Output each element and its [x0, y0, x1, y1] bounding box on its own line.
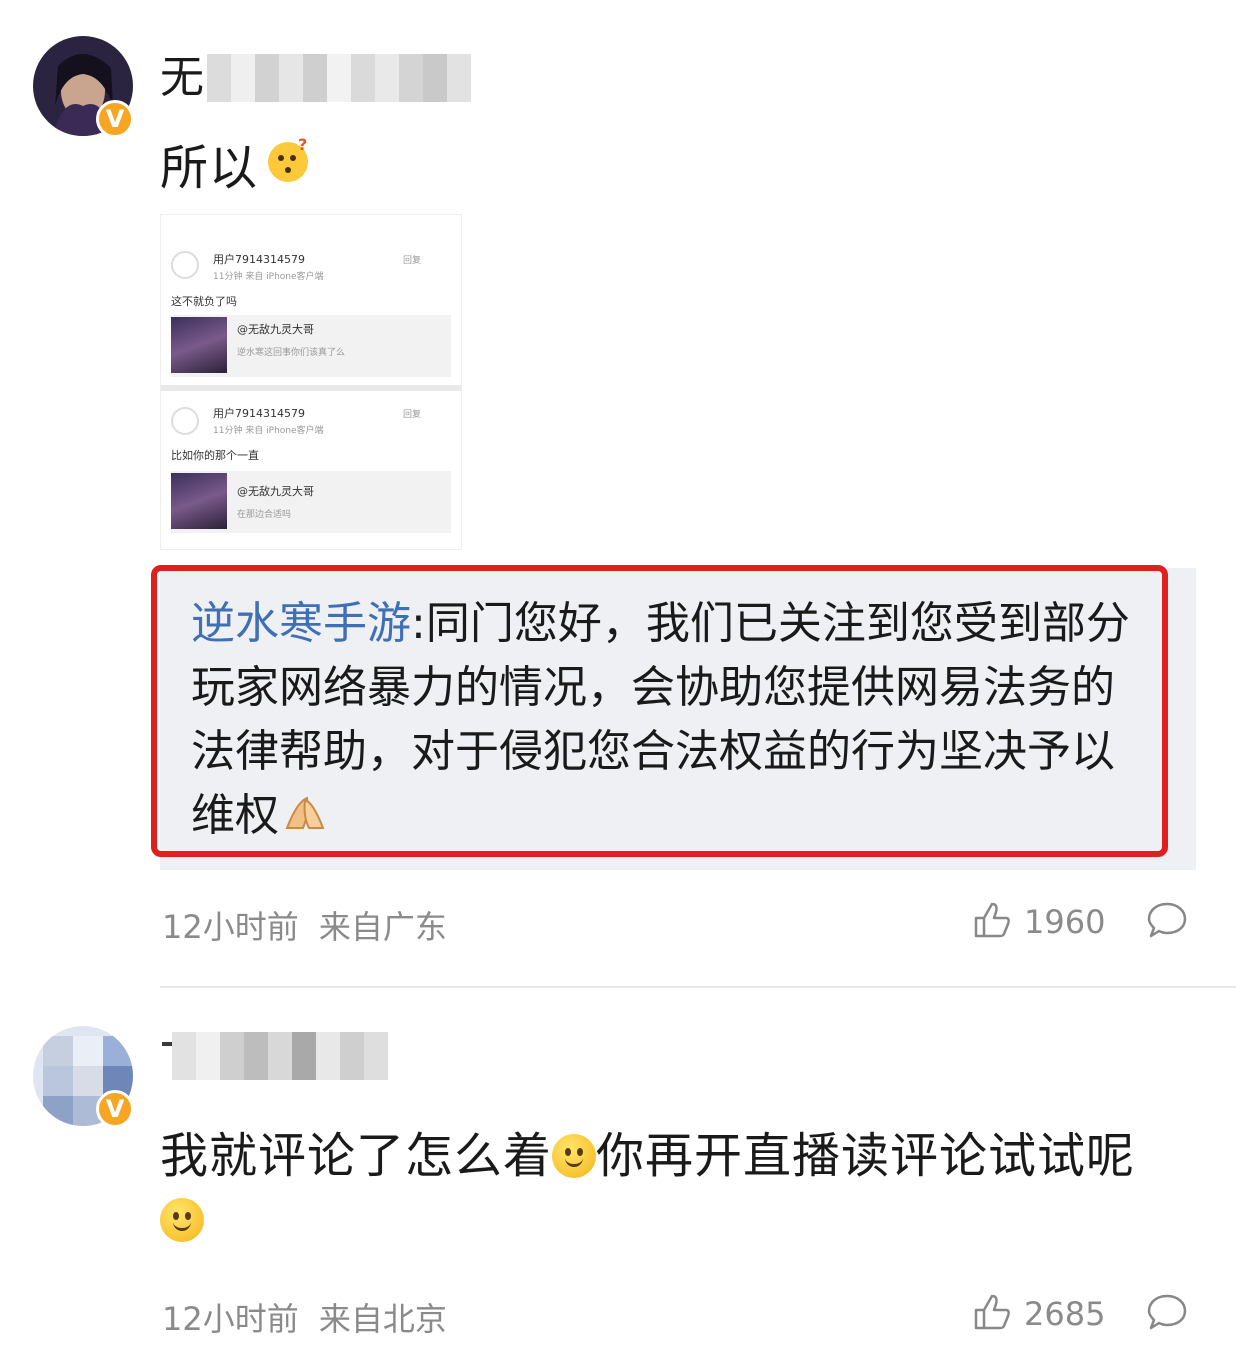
svg-text:?: ?: [298, 136, 308, 154]
quote-thumbnail: [171, 473, 227, 529]
quote-text: 逆水寒这回事你们该真了么: [237, 348, 346, 358]
comment-text-part2: 你再开直播读评论试试呢: [596, 1128, 1136, 1184]
verified-badge-icon: V: [96, 1090, 134, 1128]
username-mosaic: [207, 54, 471, 102]
like-button[interactable]: 1960: [972, 900, 1105, 944]
embedded-text: 比如你的那个一直: [171, 449, 259, 462]
verified-badge-icon: V: [96, 100, 134, 138]
comment-meta: 12小时前 来自北京: [162, 1294, 447, 1340]
comment-bubble-icon[interactable]: [1146, 900, 1188, 944]
embedded-avatar-icon: [171, 251, 199, 279]
like-count: 1960: [1024, 903, 1106, 941]
username-blurred[interactable]: 无: [160, 46, 471, 110]
reply-author-link[interactable]: 逆水寒手游: [191, 598, 411, 649]
like-button[interactable]: 2685: [972, 1292, 1105, 1336]
embedded-meta: 11分钟 来自 iPhone客户端: [213, 426, 324, 436]
comment-text: 我就评论了怎么着 你再开直播读评论试试呢: [160, 1124, 1200, 1252]
embedded-username: 用户7914314579: [213, 253, 305, 266]
timestamp: 12小时前: [162, 1300, 299, 1338]
quote-thumbnail: [171, 317, 227, 373]
embedded-text: 这不就负了吗: [171, 295, 237, 308]
thumbs-up-icon: [972, 900, 1012, 944]
comment-bubble-icon[interactable]: [1146, 1292, 1188, 1336]
location: 来自广东: [318, 908, 447, 946]
smile-face-icon: [552, 1134, 597, 1178]
comment-text: 所以 ?: [160, 135, 312, 200]
embedded-avatar-icon: [171, 407, 199, 435]
embedded-username: 用户7914314579: [213, 407, 305, 420]
embedded-meta: 11分钟 来自 iPhone客户端: [213, 272, 324, 282]
pray-hands-icon: [283, 788, 327, 852]
username-visible-char: 无: [160, 52, 205, 103]
comment-text-part1: 我就评论了怎么着: [160, 1128, 553, 1184]
thumbs-up-icon: [972, 1292, 1012, 1336]
quote-user: @无敌九灵大哥: [237, 485, 314, 498]
reply-text: 逆水寒手游:同门您好，我们已关注到您受到部分玩家网络暴力的情况，会协助您提供网易…: [191, 592, 1151, 852]
comment-text-content: 所以: [160, 140, 259, 196]
quote-text: 在那边合适吗: [237, 510, 292, 520]
quote-user: @无敌九灵大哥: [237, 323, 314, 336]
location: 来自北京: [318, 1300, 447, 1338]
username-mosaic[interactable]: [162, 1032, 388, 1080]
embedded-follow: 回复: [403, 256, 422, 266]
embedded-divider: [161, 385, 461, 391]
embedded-quote: @无敌九灵大哥 在那边合适吗: [171, 471, 451, 533]
comment-meta: 12小时前 来自广东: [162, 902, 447, 948]
embedded-quote: @无敌九灵大哥 逆水寒这回事你们该真了么: [171, 315, 451, 377]
timestamp: 12小时前: [162, 908, 299, 946]
smile-face-icon: [160, 1198, 204, 1242]
embedded-follow: 回复: [403, 410, 422, 420]
like-count: 2685: [1024, 1295, 1106, 1333]
thinking-face-icon: ?: [264, 135, 312, 200]
attached-image[interactable]: 用户7914314579 11分钟 来自 iPhone客户端 回复 这不就负了吗…: [160, 214, 462, 550]
divider: [160, 986, 1236, 988]
